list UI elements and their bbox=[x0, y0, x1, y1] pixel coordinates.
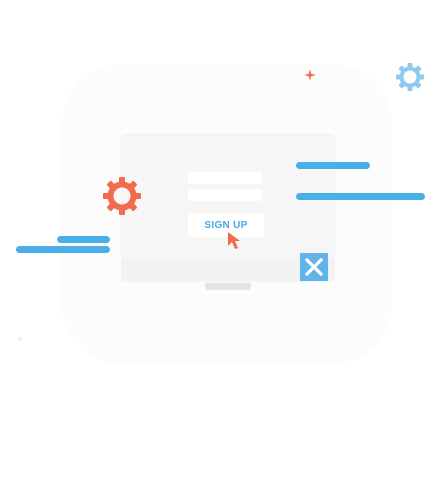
username-field[interactable] bbox=[188, 172, 262, 184]
close-icon bbox=[305, 258, 323, 276]
password-field[interactable] bbox=[188, 189, 262, 201]
cursor-arrow-icon bbox=[228, 232, 240, 249]
sparkle-icon bbox=[304, 69, 316, 81]
decor-line bbox=[16, 246, 110, 253]
close-button[interactable] bbox=[300, 253, 328, 281]
decor-line bbox=[57, 236, 110, 243]
decor-dot bbox=[18, 337, 22, 341]
decor-line bbox=[296, 193, 425, 200]
gear-icon bbox=[103, 177, 141, 215]
decor-line bbox=[296, 162, 370, 169]
sign-up-button[interactable]: SIGN UP bbox=[188, 213, 264, 237]
gear-icon bbox=[396, 63, 424, 91]
monitor-stand bbox=[205, 283, 251, 290]
